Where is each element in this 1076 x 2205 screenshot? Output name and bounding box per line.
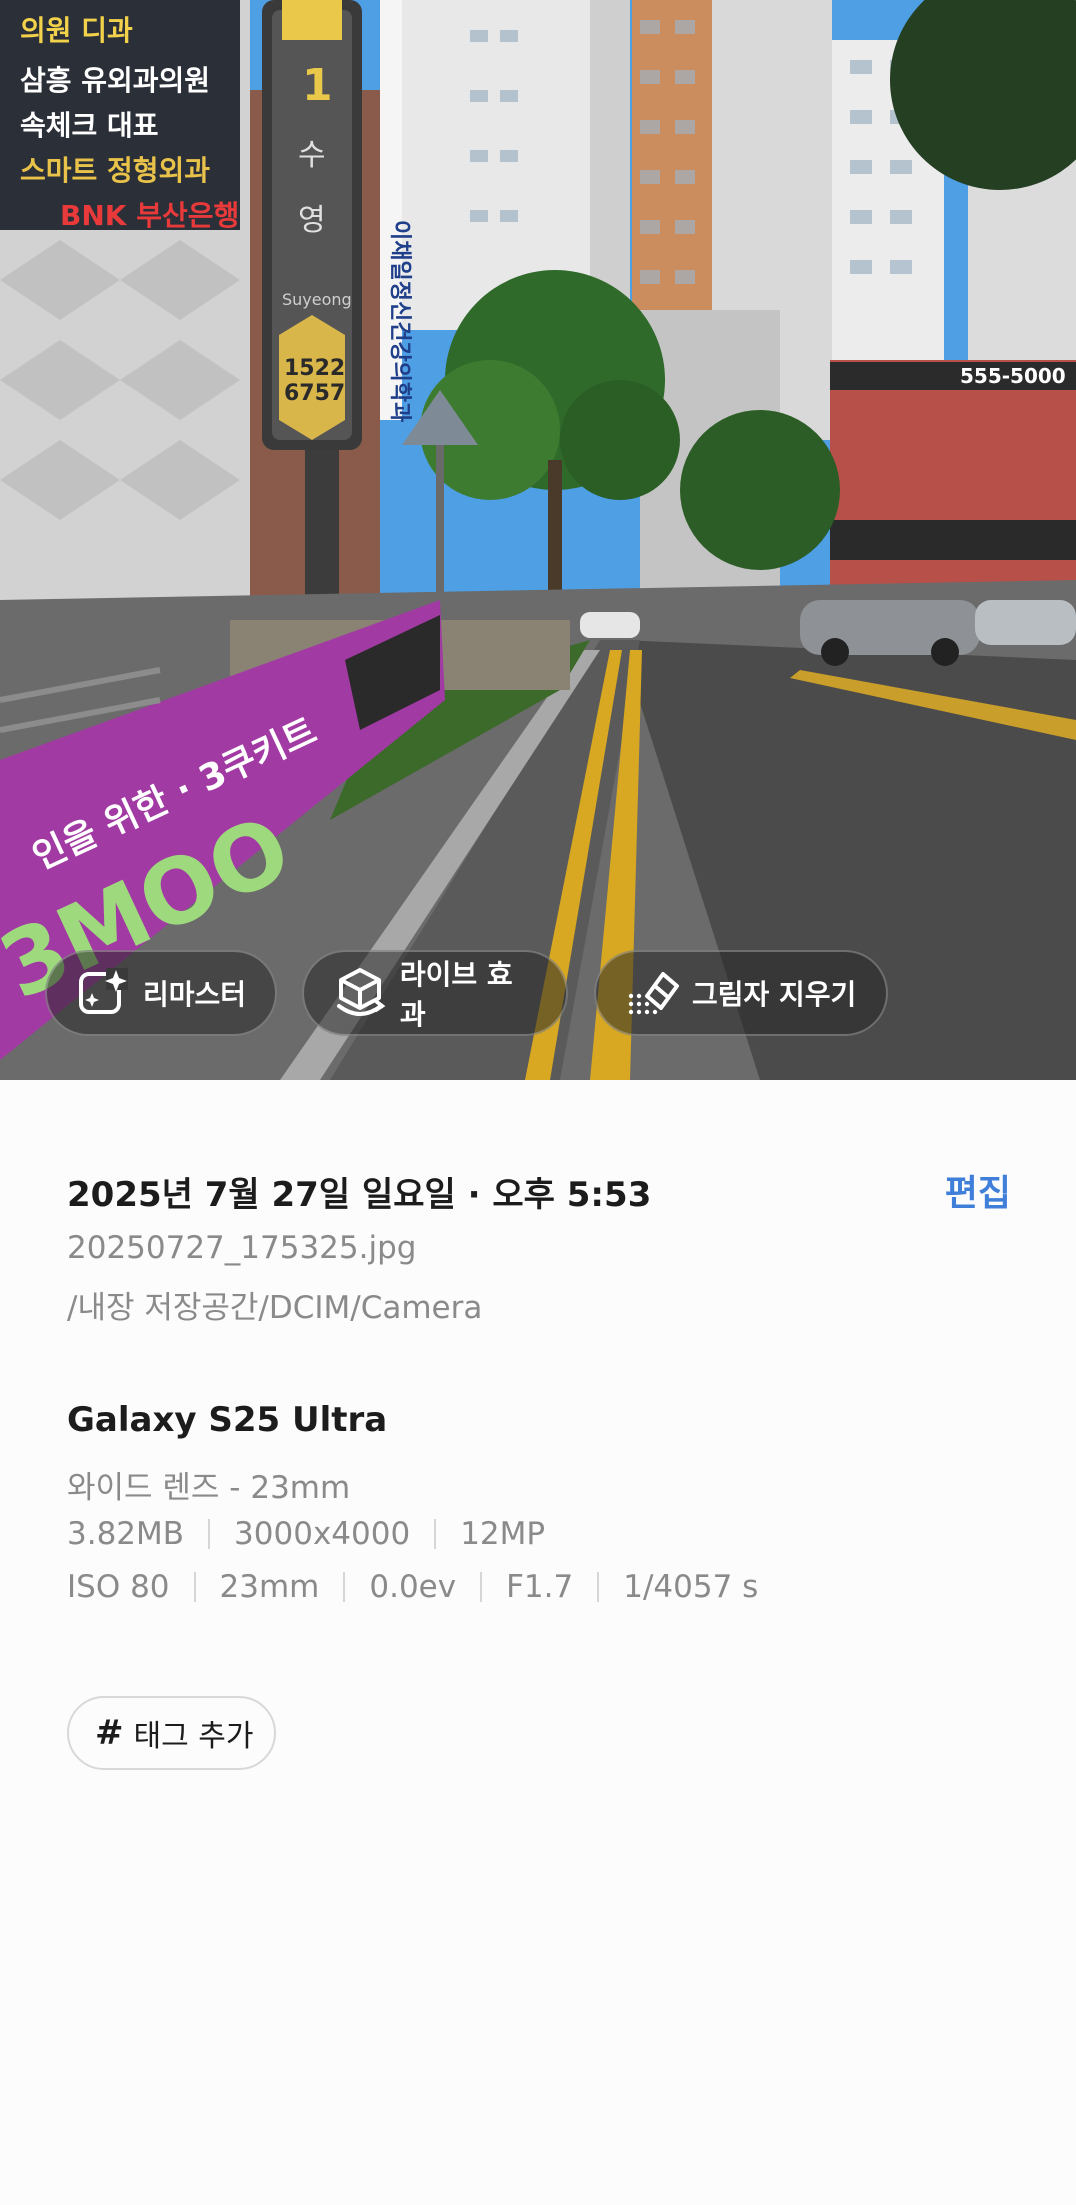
divider bbox=[480, 1572, 483, 1602]
lens-info: 와이드 렌즈 - 23mm bbox=[67, 1470, 351, 1506]
add-tag-button[interactable]: # 태그 추가 bbox=[67, 1696, 276, 1770]
resolution: 3000x4000 bbox=[234, 1516, 411, 1552]
aperture: F1.7 bbox=[506, 1569, 574, 1605]
divider bbox=[343, 1572, 346, 1602]
shadow-erase-label: 그림자 지우기 bbox=[692, 978, 857, 1011]
hash-icon: # bbox=[95, 1713, 124, 1753]
remaster-button[interactable]: 리마스터 bbox=[45, 950, 277, 1036]
sparkle-remaster-icon bbox=[75, 965, 131, 1021]
details-panel: 2025년 7월 27일 일요일 · 오후 5:53 편집 20250727_1… bbox=[0, 1080, 1076, 2205]
megapixels: 12MP bbox=[460, 1516, 546, 1552]
device-name: Galaxy S25 Ultra bbox=[67, 1400, 388, 1440]
file-path: /내장 저장공간/DCIM/Camera bbox=[67, 1290, 483, 1326]
exposure-value: 0.0ev bbox=[369, 1569, 457, 1605]
file-name: 20250727_175325.jpg bbox=[67, 1230, 417, 1266]
live-effect-label: 라이브 효과 bbox=[399, 958, 513, 1031]
focal-length: 23mm bbox=[219, 1569, 320, 1605]
live-effect-button[interactable]: 라이브 효과 bbox=[302, 950, 568, 1036]
edit-button[interactable]: 편집 bbox=[945, 1164, 1011, 1216]
divider bbox=[434, 1519, 437, 1549]
divider bbox=[597, 1572, 600, 1602]
divider bbox=[208, 1519, 211, 1549]
date-time-title: 2025년 7월 27일 일요일 · 오후 5:53 bbox=[67, 1175, 652, 1215]
file-size: 3.82MB bbox=[67, 1516, 185, 1552]
shadow-erase-button[interactable]: 그림자 지우기 bbox=[594, 950, 888, 1036]
shutter-speed: 1/4057 s bbox=[623, 1569, 759, 1605]
eraser-shadow-icon bbox=[624, 965, 680, 1021]
live-effect-cube-icon bbox=[332, 965, 388, 1021]
exif-row: ISO 80 23mm 0.0ev F1.7 1/4057 s bbox=[67, 1569, 758, 1605]
photo-preview[interactable]: 555-5000 의원 디과 삼흥 유외과의원 속체크 대표 스마트 정형외과 … bbox=[0, 0, 1076, 1080]
remaster-label: 리마스터 bbox=[143, 978, 247, 1011]
photo-action-bar: 리마스터 라이브 효과 그림자 지우기 bbox=[0, 0, 1076, 1080]
file-specs-row: 3.82MB 3000x4000 12MP bbox=[67, 1516, 545, 1552]
divider bbox=[193, 1572, 196, 1602]
iso-value: ISO 80 bbox=[67, 1569, 170, 1605]
add-tag-label: 태그 추가 bbox=[133, 1719, 254, 1754]
